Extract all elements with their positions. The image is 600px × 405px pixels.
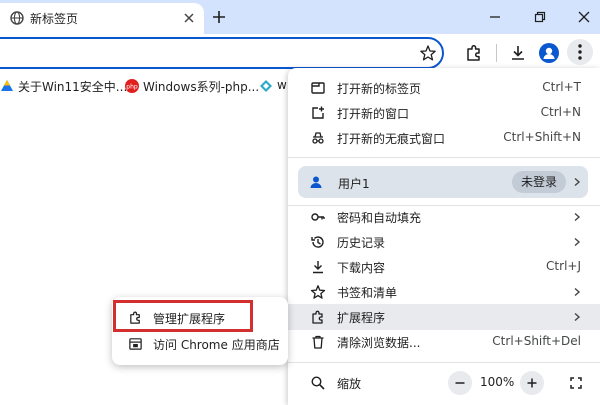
address-bar[interactable]: [0, 37, 444, 69]
profile-name: 用户1: [338, 177, 370, 191]
close-icon[interactable]: [182, 11, 196, 25]
key-icon: [311, 213, 325, 221]
menu-item-label: 打开新的无痕式窗口: [337, 132, 446, 146]
more-vert-icon: [578, 44, 582, 60]
extensions-icon[interactable]: [464, 43, 484, 63]
menu-item-passwords[interactable]: 密码和自动填充: [288, 204, 600, 230]
zoom-out-button[interactable]: [448, 371, 472, 395]
globe-icon: [10, 11, 24, 25]
menu-divider: [288, 362, 600, 363]
menu-item-incognito[interactable]: 打开新的无痕式窗口 Ctrl+Shift+N: [288, 125, 600, 151]
puzzle-icon: [312, 310, 323, 324]
tab-title: 新标签页: [30, 12, 79, 26]
menu-item-label: 打开新的窗口: [337, 107, 410, 121]
download-icon[interactable]: [508, 43, 528, 63]
download-icon: [313, 261, 323, 274]
chrome-menu-button[interactable]: [567, 39, 593, 65]
window-close-icon[interactable]: [576, 9, 592, 25]
menu-item-label: 清除浏览数据...: [337, 336, 421, 350]
menu-item-new-window[interactable]: 打开新的窗口 Ctrl+N: [288, 100, 600, 126]
history-icon: [311, 236, 324, 248]
menu-item-shortcut: Ctrl+Shift+N: [503, 130, 581, 144]
menu-item-downloads[interactable]: 下载内容 Ctrl+J: [288, 254, 600, 280]
minimize-icon[interactable]: [487, 9, 503, 25]
plus-icon[interactable]: [211, 9, 227, 25]
menu-item-bookmarks[interactable]: 书签和清单: [288, 279, 600, 305]
chevron-right-icon: [574, 212, 581, 222]
menu-item-shortcut: Ctrl+N: [540, 105, 581, 119]
incognito-icon: [312, 132, 324, 144]
bookmark-label: Windows系列-php...: [143, 80, 260, 94]
star-icon: [310, 285, 326, 299]
menu-item-history[interactable]: 历史记录: [288, 229, 600, 255]
zoom-label: 缩放: [337, 377, 362, 391]
zoom-level: 100%: [480, 375, 515, 389]
submenu-item-web-store[interactable]: 访问 Chrome 应用商店: [112, 331, 288, 357]
menu-item-extensions[interactable]: 扩展程序: [288, 304, 600, 330]
chevron-right-icon: [574, 177, 581, 187]
tab-new-tab[interactable]: 新标签页: [0, 3, 204, 34]
menu-item-clear-data[interactable]: 清除浏览数据... Ctrl+Shift+Del: [288, 329, 600, 355]
restore-icon[interactable]: [532, 9, 548, 25]
bookmark-label: 关于Win11安全中...: [18, 80, 128, 94]
trash-icon: [312, 335, 324, 349]
profile-avatar[interactable]: [539, 43, 559, 63]
new-tab-icon: [311, 82, 325, 94]
menu-item-label: 下载内容: [337, 261, 386, 275]
minus-icon: [455, 382, 465, 384]
zoom-in-button[interactable]: [520, 371, 544, 395]
new-window-icon: [312, 106, 324, 119]
bookmark-star-icon[interactable]: [419, 44, 437, 62]
submenu-item-label: 访问 Chrome 应用商店: [153, 338, 280, 352]
menu-divider: [288, 157, 600, 158]
fullscreen-button[interactable]: [564, 371, 588, 395]
menu-item-label: 书签和清单: [337, 286, 398, 300]
menu-item-label: 扩展程序: [337, 311, 386, 325]
fullscreen-icon: [570, 377, 582, 389]
web-store-icon: [129, 338, 142, 350]
menu-profile-row[interactable]: 用户1 未登录: [298, 166, 588, 198]
chrome-menu: 打开新的标签页 Ctrl+T 打开新的窗口 Ctrl+N 打开新的无痕式窗口 C…: [288, 68, 600, 405]
menu-item-label: 打开新的标签页: [337, 82, 422, 96]
menu-item-shortcut: Ctrl+Shift+Del: [492, 334, 581, 348]
menu-item-shortcut: Ctrl+T: [542, 80, 581, 94]
person-icon: [543, 47, 555, 59]
php-logo-icon: php: [125, 79, 139, 93]
menu-zoom-row: 缩放 100%: [288, 368, 600, 398]
menu-item-shortcut: Ctrl+J: [546, 259, 581, 273]
tab-strip: 新标签页: [0, 0, 600, 34]
toolbar: [0, 34, 600, 72]
menu-item-label: 历史记录: [337, 236, 386, 250]
plus-icon: [527, 378, 537, 388]
triangle-logo-icon: [1, 80, 13, 91]
menu-item-new-tab[interactable]: 打开新的标签页 Ctrl+T: [288, 75, 600, 101]
chevron-right-icon: [574, 312, 581, 322]
chevron-right-icon: [574, 237, 581, 247]
signin-status-badge: 未登录: [512, 171, 567, 193]
toolbar-separator: [496, 44, 497, 62]
highlight-box: [113, 300, 253, 332]
chevron-right-icon: [574, 287, 581, 297]
menu-item-label: 密码和自动填充: [337, 211, 422, 225]
zoom-icon: [311, 376, 325, 390]
diamond-logo-icon: [260, 80, 272, 92]
svg-text:php: php: [126, 84, 138, 91]
person-icon: [310, 176, 322, 188]
